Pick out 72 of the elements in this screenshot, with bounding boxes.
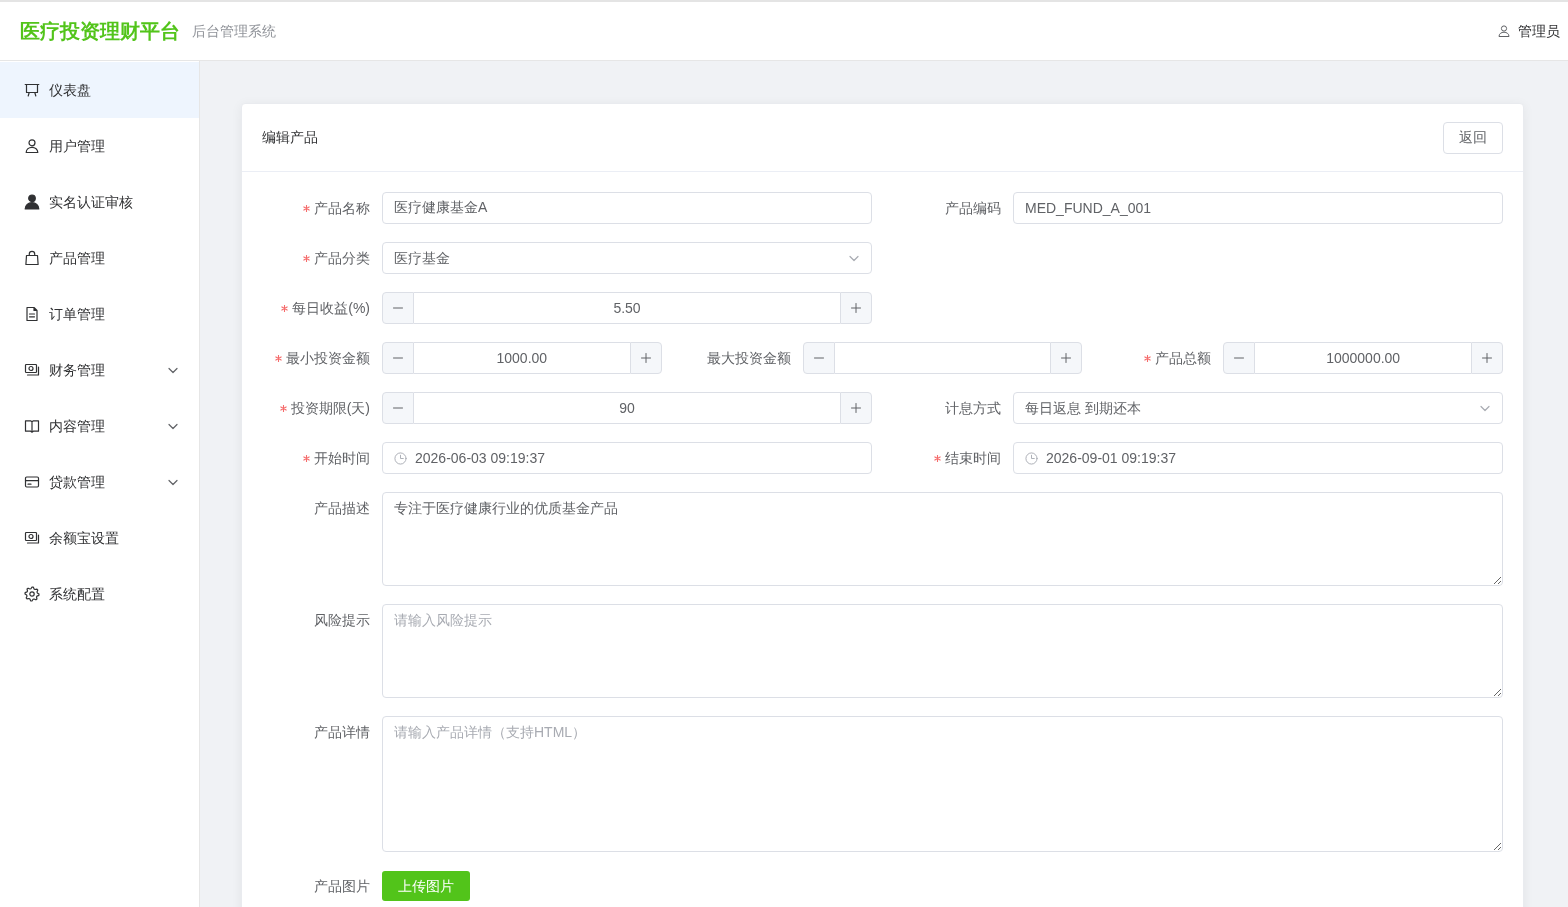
field-label: 结束时间: [945, 448, 1001, 468]
select-field[interactable]: 每日返息 到期还本: [1013, 392, 1503, 424]
date-field[interactable]: 2026-06-03 09:19:37: [382, 442, 872, 474]
banknote-icon: [24, 530, 40, 546]
decrement-button[interactable]: [382, 292, 414, 324]
field-label: 产品编码: [945, 198, 1001, 218]
increment-button[interactable]: [629, 342, 662, 374]
user-icon: [24, 194, 40, 210]
decrement-button[interactable]: [382, 342, 414, 374]
credit-card-icon: [24, 474, 40, 490]
clock-icon: [394, 451, 407, 465]
field-label: 开始时间: [314, 448, 370, 468]
field-label: 产品名称: [314, 198, 370, 218]
banknote-icon: [24, 362, 40, 378]
field-label: 产品详情: [314, 722, 370, 742]
number-field[interactable]: 5.50: [414, 292, 840, 324]
app-logo: 医疗投资理财平台: [20, 21, 180, 41]
back-button[interactable]: 返回: [1443, 121, 1503, 154]
number-field[interactable]: 1000.00: [414, 342, 630, 374]
input-field[interactable]: MED_FUND_A_001: [1013, 192, 1503, 224]
plus-icon: [850, 402, 862, 414]
sidebar-item[interactable]: 余额宝设置: [0, 510, 199, 566]
field-label: 每日收益(%): [292, 298, 370, 318]
book-icon: [24, 418, 40, 434]
sidebar-item[interactable]: 财务管理: [0, 342, 199, 398]
decrement-button[interactable]: [1223, 342, 1256, 374]
user-name[interactable]: 管理员: [1518, 20, 1560, 42]
settings-icon: [24, 586, 40, 602]
clock-icon: [1025, 451, 1038, 465]
app-subtitle: 后台管理系统: [192, 21, 276, 41]
field-label: 投资期限(天): [290, 398, 370, 418]
increment-button[interactable]: [1050, 342, 1083, 374]
field-label: 计息方式: [945, 398, 1001, 418]
field-label: 产品图片: [314, 876, 370, 896]
text-area-field[interactable]: 专注于医疗健康行业的优质基金产品: [382, 492, 1503, 586]
field-label: 产品分类: [314, 248, 370, 268]
plus-icon: [1481, 352, 1493, 364]
sidebar-item[interactable]: 贷款管理: [0, 454, 199, 510]
bag-icon: [24, 250, 40, 266]
field-label: 产品描述: [314, 498, 370, 518]
number-field[interactable]: [834, 342, 1051, 374]
increment-button[interactable]: [840, 392, 872, 424]
field-label: 最小投资金额: [286, 348, 370, 368]
select-field[interactable]: 医疗基金: [382, 242, 872, 274]
sidebar-item[interactable]: 订单管理: [0, 286, 199, 342]
user-icon[interactable]: [1498, 25, 1510, 37]
input-field[interactable]: 医疗健康基金A: [382, 192, 872, 224]
sidebar-item[interactable]: 系统配置: [0, 566, 199, 622]
field-label: 风险提示: [314, 610, 370, 630]
plus-icon: [639, 352, 652, 364]
text-area-field[interactable]: 请输入风险提示: [382, 604, 1503, 698]
field-label: 产品总额: [1155, 348, 1212, 368]
sidebar-item[interactable]: 产品管理: [0, 230, 199, 286]
increment-button[interactable]: [840, 292, 872, 324]
sidebar-item[interactable]: 用户管理: [0, 118, 199, 174]
plus-icon: [1060, 352, 1073, 364]
date-field[interactable]: 2026-09-01 09:19:37: [1013, 442, 1503, 474]
number-field[interactable]: 1000000.00: [1255, 342, 1471, 374]
number-field[interactable]: 90: [414, 392, 840, 424]
sidebar-item[interactable]: 仪表盘: [0, 62, 199, 118]
sidebar-item[interactable]: 内容管理: [0, 398, 199, 454]
text-area-field[interactable]: 请输入产品详情（支持HTML）: [382, 716, 1503, 852]
plus-icon: [850, 302, 862, 314]
decrement-button[interactable]: [802, 342, 835, 374]
card-title: 编辑产品: [262, 128, 318, 147]
document-icon: [24, 306, 40, 322]
sidebar-item[interactable]: 实名认证审核: [0, 174, 199, 230]
increment-button[interactable]: [1471, 342, 1503, 374]
field-label: 最大投资金额: [706, 348, 791, 368]
presentation-icon: [24, 82, 40, 98]
decrement-button[interactable]: [382, 392, 414, 424]
user-icon: [24, 138, 40, 154]
